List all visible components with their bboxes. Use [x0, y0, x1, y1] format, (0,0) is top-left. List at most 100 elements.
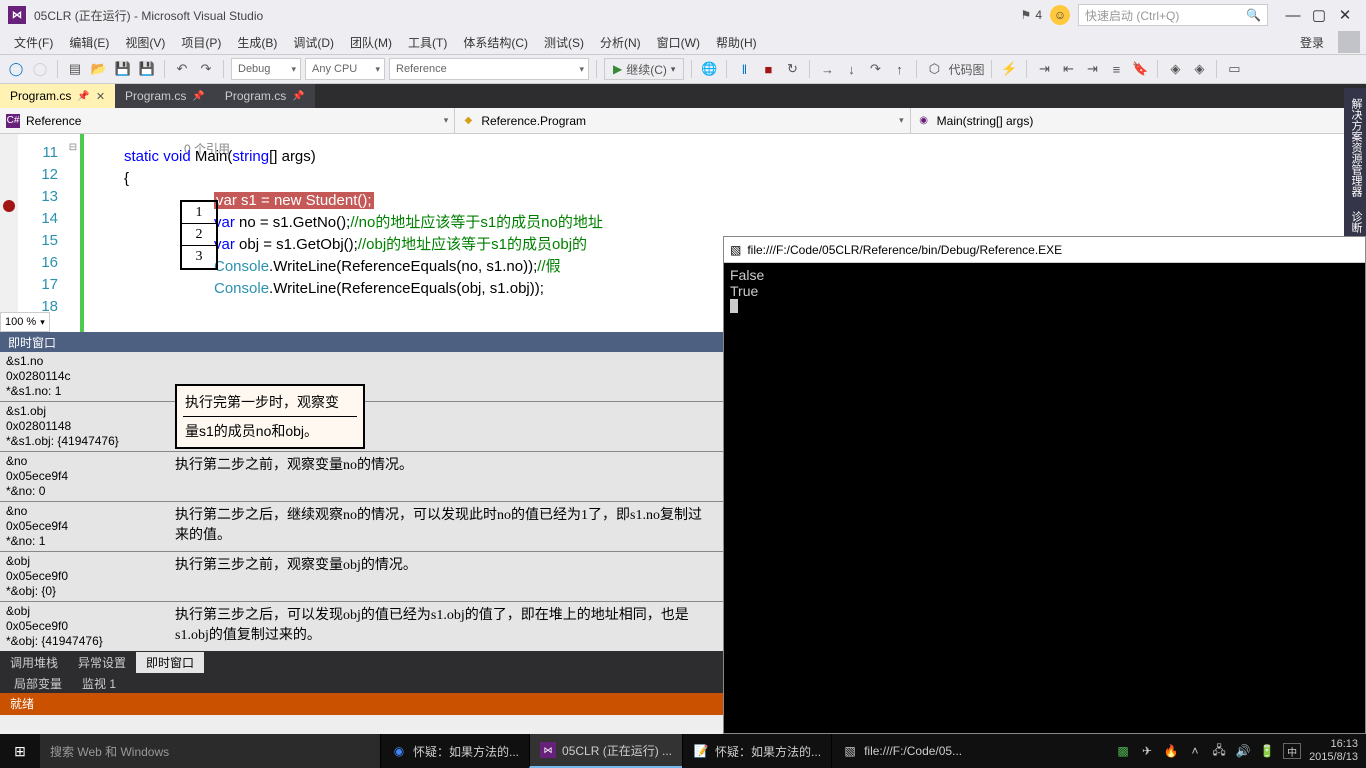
align-icon[interactable]: ⇥ [1034, 59, 1054, 79]
menu-edit[interactable]: 编辑(E) [61, 32, 117, 53]
menu-file[interactable]: 文件(F) [6, 32, 61, 53]
diagnostics-tab[interactable]: 诊断 [1346, 207, 1364, 237]
nav-fwd-icon[interactable]: ◯ [30, 59, 50, 79]
tab-program-2[interactable]: Program.cs📌 [115, 84, 215, 108]
stackframe-icon[interactable]: ▭ [1224, 59, 1244, 79]
open-icon[interactable]: 📂 [89, 59, 109, 79]
status-text: 就绪 [10, 697, 34, 711]
step-into-icon[interactable]: ↓ [841, 59, 861, 79]
menu-test[interactable]: 测试(S) [536, 32, 592, 53]
console-window[interactable]: ▧ file:///F:/Code/05CLR/Reference/bin/De… [723, 236, 1366, 734]
watch1-tab[interactable]: 监视 1 [72, 673, 126, 693]
indent-icon[interactable]: ⇥ [1082, 59, 1102, 79]
maximize-button[interactable]: ▢ [1306, 6, 1332, 24]
step-next-icon[interactable]: → [817, 59, 837, 79]
tray-icon-1[interactable]: ▩ [1115, 743, 1131, 759]
document-tabs: Program.cs📌✕ Program.cs📌 Program.cs📌 [0, 84, 1366, 108]
notifications-flag-icon[interactable]: ⚑ [1021, 8, 1032, 22]
menu-tools[interactable]: 工具(T) [400, 32, 455, 53]
menu-help[interactable]: 帮助(H) [708, 32, 765, 53]
nav-project-combo[interactable]: C#Reference [0, 108, 455, 133]
menu-project[interactable]: 项目(P) [173, 32, 229, 53]
taskbar-notepad[interactable]: 📝怀疑：如果方法的... [682, 734, 831, 768]
avatar-icon[interactable] [1338, 31, 1360, 53]
nav-method-combo[interactable]: ◉Main(string[] args) [911, 108, 1366, 133]
start-button[interactable]: ⊞ [0, 743, 40, 760]
taskbar-clock[interactable]: 16:13 2015/8/13 [1309, 738, 1358, 764]
pin-icon[interactable]: 📌 [292, 91, 304, 102]
tab-program-3[interactable]: Program.cs📌 [215, 84, 315, 108]
step-over-icon[interactable]: ↷ [865, 59, 885, 79]
menu-debug[interactable]: 调试(D) [285, 32, 342, 53]
save-icon[interactable]: 💾 [113, 59, 133, 79]
breakpoint-gutter[interactable] [0, 134, 18, 332]
menu-team[interactable]: 团队(M) [342, 32, 400, 53]
restart-icon[interactable]: ↻ [782, 59, 802, 79]
nav-bar: C#Reference ◆Reference.Program ◉Main(str… [0, 108, 1366, 134]
annotation-step2a: 执行第二步之前，观察变量no的情况。 [175, 454, 413, 474]
callstack-tab[interactable]: 调用堆栈 [0, 652, 68, 673]
immediate-tab[interactable]: 即时窗口 [136, 652, 204, 673]
menu-view[interactable]: 视图(V) [117, 32, 173, 53]
bookmark-icon[interactable]: 🔖 [1130, 59, 1150, 79]
annotation-step1: 执行完第一步时，观察变 量s1的成员no和obj。 [175, 384, 365, 449]
pause-icon[interactable]: ‖ [734, 59, 754, 79]
redo-icon[interactable]: ↷ [196, 59, 216, 79]
system-tray: ▩ ✈ 🔥 ˄ 🖧 🔊 🔋 中 16:13 2015/8/13 [1115, 738, 1366, 764]
tray-icon-3[interactable]: 🔥 [1163, 743, 1179, 759]
tray-ime-icon[interactable]: 中 [1283, 743, 1301, 759]
toggle-b2-icon[interactable]: ◈ [1189, 59, 1209, 79]
close-tab-icon[interactable]: ✕ [96, 90, 105, 103]
refactor-icon[interactable]: ⚡ [999, 59, 1019, 79]
browser-icon[interactable]: 🌐 [699, 59, 719, 79]
tray-icon-2[interactable]: ✈ [1139, 743, 1155, 759]
platform-combo[interactable]: Any CPU [305, 58, 385, 80]
step-out-icon[interactable]: ↑ [889, 59, 909, 79]
hex-icon[interactable]: ⬡ [924, 59, 944, 79]
fold-gutter[interactable]: ⊟ [66, 134, 80, 332]
startup-combo[interactable]: Reference [389, 58, 589, 80]
save-all-icon[interactable]: 💾 [137, 59, 157, 79]
menu-architecture[interactable]: 体系结构(C) [455, 32, 536, 53]
format-icon[interactable]: ≡ [1106, 59, 1126, 79]
continue-button[interactable]: ▶继续(C)▾ [604, 58, 684, 80]
exceptions-tab[interactable]: 异常设置 [68, 652, 136, 673]
tray-chevron-icon[interactable]: ˄ [1187, 743, 1203, 759]
new-project-icon[interactable]: ▤ [65, 59, 85, 79]
nav-class-combo[interactable]: ◆Reference.Program [455, 108, 910, 133]
console-titlebar[interactable]: ▧ file:///F:/Code/05CLR/Reference/bin/De… [724, 237, 1365, 263]
taskbar-chrome[interactable]: ◉怀疑：如果方法的... [380, 734, 529, 768]
tab-program-1[interactable]: Program.cs📌✕ [0, 84, 115, 108]
toggle-b1-icon[interactable]: ◈ [1165, 59, 1185, 79]
vs-icon: ⋈ [540, 742, 556, 758]
tray-volume-icon[interactable]: 🔊 [1235, 743, 1251, 759]
sign-in-link[interactable]: 登录 [1300, 34, 1332, 51]
unindent-icon[interactable]: ⇤ [1058, 59, 1078, 79]
taskbar-vs[interactable]: ⋈05CLR (正在运行) ... [529, 734, 682, 768]
codemap-button[interactable]: 代码图 [948, 61, 984, 78]
console-task-icon: ▧ [842, 743, 858, 759]
stop-icon[interactable]: ■ [758, 59, 778, 79]
config-combo[interactable]: Debug [231, 58, 301, 80]
feedback-icon[interactable]: ☺ [1050, 5, 1070, 25]
locals-tab[interactable]: 局部变量 [4, 673, 72, 693]
minimize-button[interactable]: ― [1280, 7, 1306, 24]
menu-build[interactable]: 生成(B) [229, 32, 285, 53]
menu-window[interactable]: 窗口(W) [649, 32, 708, 53]
tray-battery-icon[interactable]: 🔋 [1259, 743, 1275, 759]
solution-explorer-tab[interactable]: 解决方案资源管理器 [1346, 94, 1364, 201]
undo-icon[interactable]: ↶ [172, 59, 192, 79]
pin-icon[interactable]: 📌 [77, 91, 89, 102]
close-button[interactable]: ✕ [1332, 6, 1358, 24]
nav-back-icon[interactable]: ◯ [6, 59, 26, 79]
taskbar-search[interactable]: 搜索 Web 和 Windows [40, 734, 380, 768]
console-icon: ▧ [730, 243, 741, 257]
taskbar-console[interactable]: ▧file:///F:/Code/05... [831, 734, 972, 768]
breakpoint-icon[interactable] [3, 200, 15, 212]
tray-network-icon[interactable]: 🖧 [1211, 743, 1227, 759]
menu-bar: 文件(F) 编辑(E) 视图(V) 项目(P) 生成(B) 调试(D) 团队(M… [0, 30, 1366, 54]
menu-analyze[interactable]: 分析(N) [592, 32, 649, 53]
pin-icon[interactable]: 📌 [192, 91, 204, 102]
quick-launch-input[interactable]: 快速启动 (Ctrl+Q) 🔍 [1078, 4, 1268, 26]
zoom-combo[interactable]: 100 % ▾ [0, 312, 50, 332]
